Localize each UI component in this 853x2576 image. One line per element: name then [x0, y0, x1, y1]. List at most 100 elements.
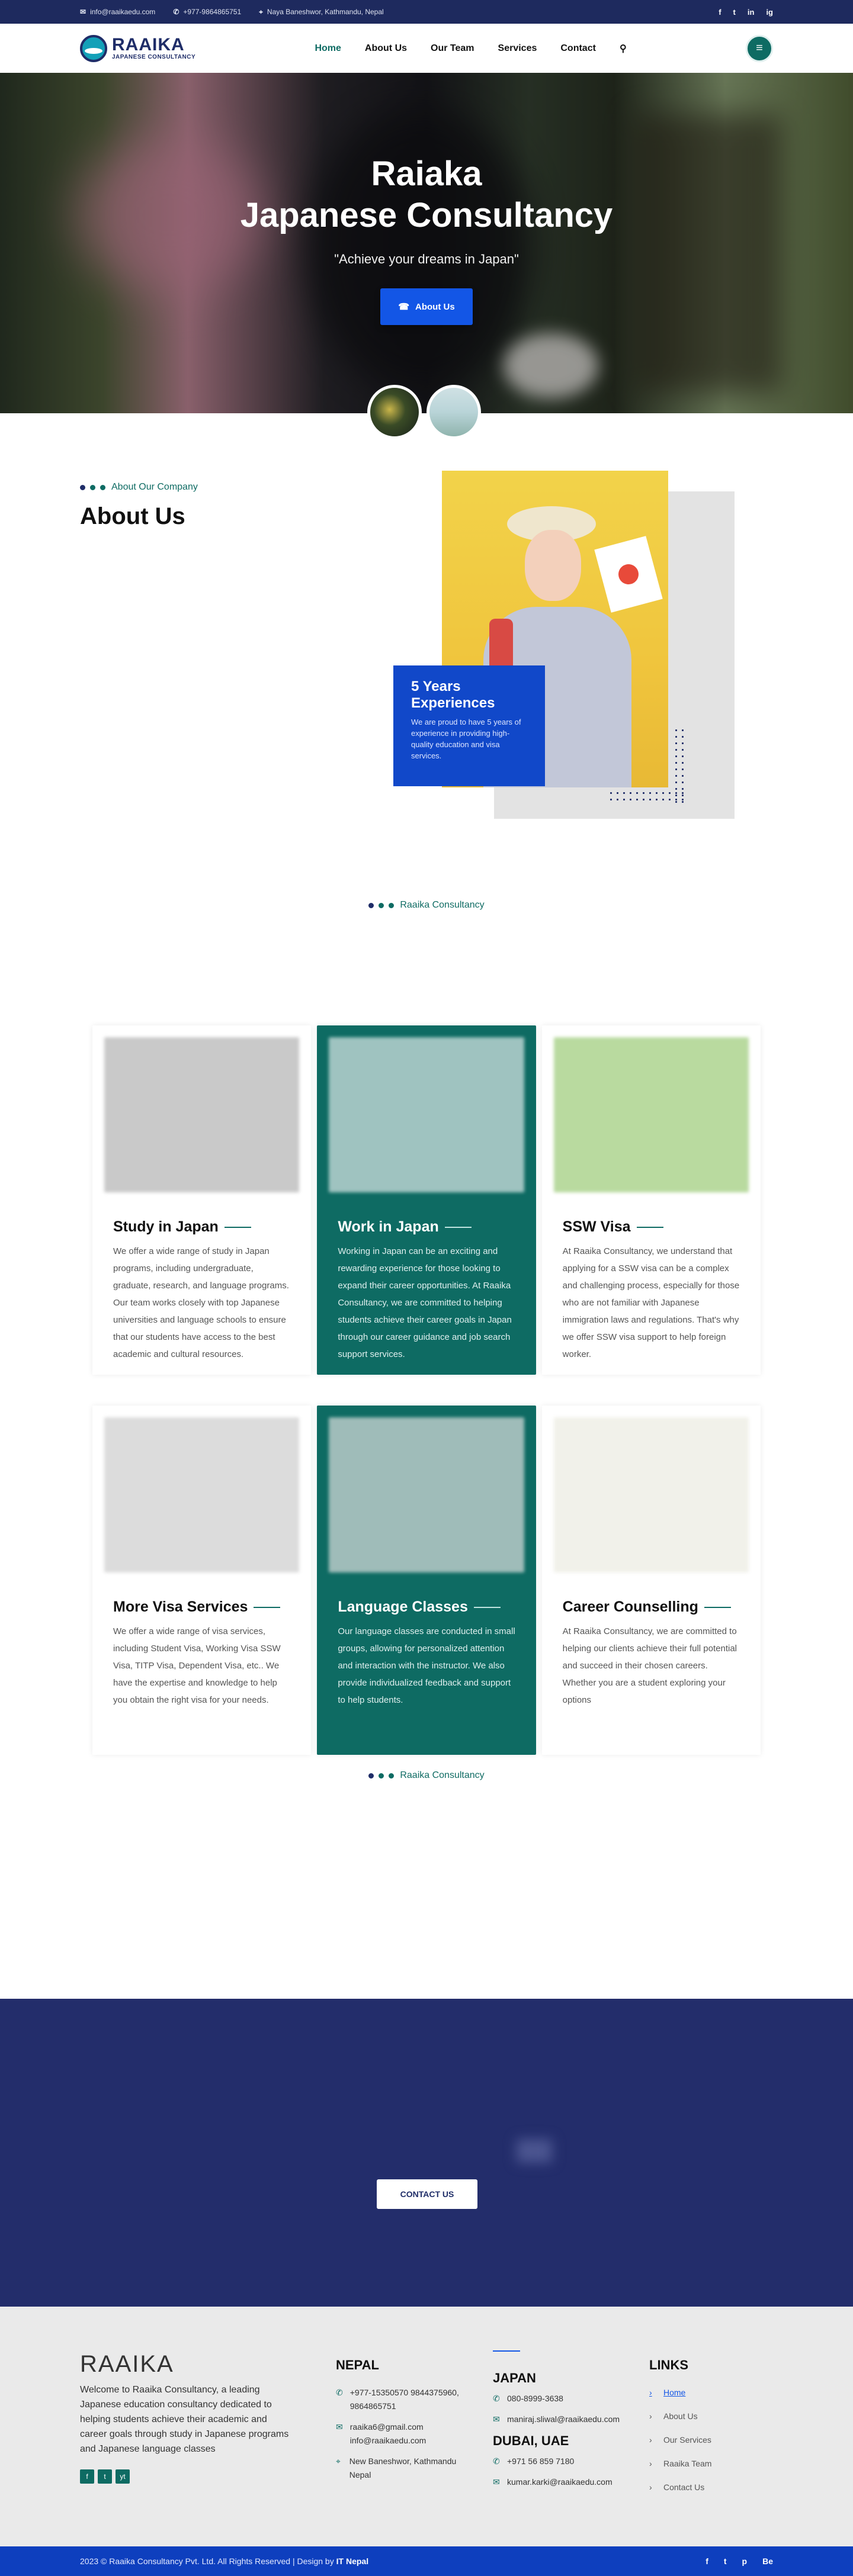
- nav-contact[interactable]: Contact: [560, 43, 596, 54]
- envelope-icon: ✉: [493, 2414, 500, 2424]
- address-text: Naya Baneshwor, Kathmandu, Nepal: [267, 8, 384, 16]
- nepal-phone[interactable]: +977-15350570 9844375960, 9864865751: [350, 2386, 466, 2413]
- footer-link-home[interactable]: › Home: [649, 2386, 768, 2400]
- pinterest-icon[interactable]: p: [742, 2556, 748, 2566]
- phone-text: +977-9864865751: [183, 8, 242, 16]
- dots-decoration: [80, 484, 105, 490]
- chevron-right-icon: ›: [649, 2435, 652, 2445]
- linkedin-icon[interactable]: in: [748, 8, 755, 17]
- chevron-right-icon: ›: [649, 2482, 652, 2492]
- service-card-language[interactable]: Language Classes Our language classes ar…: [317, 1406, 536, 1755]
- hamburger-menu-button[interactable]: ≡: [746, 34, 773, 62]
- services-eyebrow-text: Raaika Consultancy: [400, 900, 485, 910]
- facebook-icon[interactable]: f: [719, 8, 721, 17]
- japan-email[interactable]: maniraj.sliwal@raaikaedu.com: [507, 2413, 620, 2426]
- contact-us-button[interactable]: CONTACT US: [377, 2179, 477, 2209]
- phone-icon: ✆: [493, 2456, 500, 2466]
- footer-link-team[interactable]: › Raaika Team: [649, 2457, 768, 2471]
- service-title: Language Classes: [329, 1599, 524, 1616]
- brand-logo[interactable]: RAAIKA JAPANESE CONSULTANCY: [80, 34, 196, 62]
- service-text: At Raaika Consultancy, we are committed …: [562, 1626, 737, 1705]
- footer-link-about[interactable]: › About Us: [649, 2410, 768, 2423]
- services-eyebrow: Raaika Consultancy: [0, 900, 853, 911]
- copyright: 2023 © Raaika Consultancy Pvt. Ltd. All …: [80, 2556, 368, 2566]
- nav-services[interactable]: Services: [498, 43, 537, 54]
- service-text: We offer a wide range of study in Japan …: [113, 1246, 289, 1359]
- footer-link-services[interactable]: › Our Services: [649, 2433, 768, 2447]
- topbar-address: ⌖ Naya Baneshwor, Kathmandu, Nepal: [259, 8, 384, 17]
- contact-cta-section: CONTACT US: [0, 1999, 853, 2307]
- topbar-email[interactable]: ✉ info@raaikaedu.com: [80, 8, 155, 17]
- facebook-icon[interactable]: f: [80, 2469, 94, 2484]
- nav-team[interactable]: Our Team: [431, 43, 474, 54]
- footer-link-label: Contact Us: [663, 2482, 705, 2492]
- chevron-right-icon: ›: [649, 2459, 652, 2468]
- japan-phone[interactable]: 080-8999-3638: [507, 2392, 563, 2405]
- footer-dubai-title: DUBAI, UAE: [493, 2433, 569, 2448]
- service-image: [329, 1037, 524, 1192]
- nepal-email[interactable]: raaika6@gmail.com info@raaikaedu.com: [350, 2420, 466, 2448]
- service-image: [553, 1417, 749, 1572]
- service-title: SSW Visa: [554, 1218, 749, 1236]
- service-image: [104, 1037, 300, 1192]
- designer-link[interactable]: IT Nepal: [336, 2556, 368, 2566]
- footer-brand-name: RAAIKA: [80, 2351, 174, 2377]
- hero-thumbnail-2[interactable]: [426, 385, 481, 439]
- behance-icon[interactable]: Be: [762, 2556, 773, 2566]
- twitter-icon[interactable]: t: [98, 2469, 112, 2484]
- about-eyebrow: About Our Company: [80, 482, 198, 493]
- service-text: Working in Japan can be an exciting and …: [338, 1246, 512, 1359]
- footer-brand: RAAIKA Welcome to Raaika Consultancy, a …: [80, 2351, 293, 2484]
- phone-icon: ✆: [173, 8, 179, 16]
- service-text: Our language classes are conducted in sm…: [338, 1626, 515, 1705]
- hero-title: Raiaka Japanese Consultancy: [0, 153, 853, 236]
- service-text: At Raaika Consultancy, we understand tha…: [562, 1246, 740, 1359]
- nav-about[interactable]: About Us: [365, 43, 407, 54]
- footer-links-title: LINKS: [649, 2358, 688, 2372]
- instagram-icon[interactable]: ig: [766, 8, 773, 17]
- dot-grid-decoration: [608, 790, 685, 805]
- service-card-study[interactable]: Study in Japan We offer a wide range of …: [92, 1025, 312, 1375]
- hero-title-line2: Japanese Consultancy: [240, 196, 613, 234]
- logo-emblem: [80, 34, 107, 62]
- service-title: More Visa Services: [104, 1599, 299, 1616]
- twitter-icon[interactable]: t: [733, 8, 736, 17]
- about-title: About Us: [80, 503, 185, 529]
- about-us-button[interactable]: ☎ About Us: [380, 288, 473, 325]
- bottom-bar: 2023 © Raaika Consultancy Pvt. Ltd. All …: [0, 2546, 853, 2576]
- service-title: Study in Japan: [104, 1218, 299, 1236]
- brand-tagline: JAPANESE CONSULTANCY: [112, 54, 196, 60]
- team-eyebrow: Raaika Consultancy: [0, 1770, 853, 1781]
- service-title: Career Counselling: [554, 1599, 749, 1616]
- footer-link-label: Raaika Team: [663, 2459, 712, 2468]
- nav-home[interactable]: Home: [315, 43, 341, 54]
- about-eyebrow-text: About Our Company: [111, 482, 198, 492]
- top-bar: ✉ info@raaikaedu.com ✆ +977-9864865751 ⌖ Na…: [0, 0, 853, 24]
- topbar-phone[interactable]: ✆ +977-9864865751: [173, 8, 241, 17]
- twitter-icon[interactable]: t: [724, 2556, 727, 2566]
- nav-menu: Home About Us Our Team Services Contact …: [315, 43, 626, 54]
- copyright-text: 2023 © Raaika Consultancy Pvt. Ltd. All …: [80, 2556, 334, 2566]
- service-card-work[interactable]: Work in Japan Working in Japan can be an…: [317, 1025, 536, 1375]
- hero-thumbnail-1[interactable]: [367, 385, 422, 439]
- footer-nepal-title: NEPAL: [336, 2358, 379, 2372]
- phone-icon: ✆: [493, 2394, 500, 2403]
- footer-link-contact[interactable]: › Contact Us: [649, 2481, 768, 2494]
- service-card-visa[interactable]: More Visa Services We offer a wide range…: [92, 1406, 312, 1755]
- footer-link-label: About Us: [663, 2411, 698, 2421]
- service-card-career[interactable]: Career Counselling At Raaika Consultancy…: [541, 1406, 761, 1755]
- dubai-phone[interactable]: +971 56 859 7180: [507, 2455, 574, 2468]
- footer-japan-title: JAPAN: [493, 2371, 536, 2385]
- youtube-icon[interactable]: yt: [116, 2469, 130, 2484]
- about-us-button-label: About Us: [415, 301, 455, 312]
- footer-nepal: NEPAL ✆ +977-15350570 9844375960, 9864865…: [336, 2358, 466, 2489]
- chevron-right-icon: ›: [649, 2388, 652, 2397]
- footer: RAAIKA Welcome to Raaika Consultancy, a …: [0, 2307, 853, 2546]
- chevron-right-icon: ›: [649, 2411, 652, 2421]
- dubai-email[interactable]: kumar.karki@raaikaedu.com: [507, 2475, 613, 2489]
- facebook-icon[interactable]: f: [706, 2556, 708, 2566]
- team-eyebrow-text: Raaika Consultancy: [400, 1770, 485, 1780]
- service-card-ssw[interactable]: SSW Visa At Raaika Consultancy, we under…: [541, 1025, 761, 1375]
- phone-icon: ✆: [336, 2388, 343, 2397]
- search-icon[interactable]: ⚲: [620, 43, 627, 54]
